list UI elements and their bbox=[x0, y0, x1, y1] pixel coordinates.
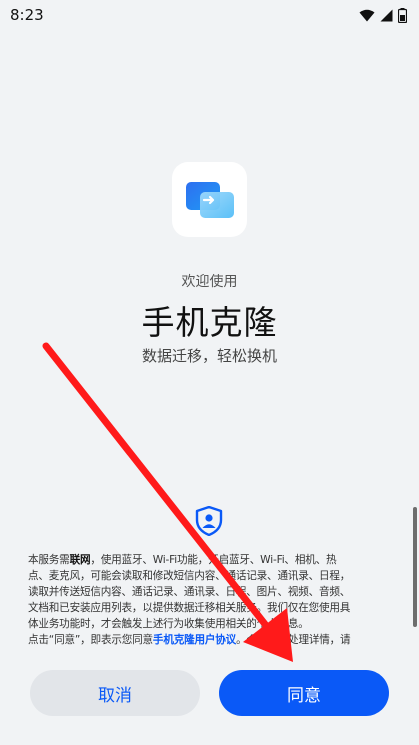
welcome-text: 欢迎使用 bbox=[181, 274, 238, 290]
notice-line: 点击“同意”，即表示您同意手机克隆用户协议。个人信息处理详情，请 bbox=[28, 634, 351, 646]
status-time: 8:23 bbox=[10, 6, 44, 24]
notice-line: 本服务需联网，使用蓝牙、Wi-Fi功能，开启蓝牙、Wi-Fi、相机、热 bbox=[28, 554, 337, 566]
app-subtitle: 数据迁移，轻松换机 bbox=[141, 347, 277, 365]
network-highlight: 联网 bbox=[69, 554, 91, 566]
scrollbar[interactable] bbox=[413, 507, 417, 627]
status-bar: 8:23 bbox=[0, 0, 419, 30]
status-icons bbox=[359, 7, 407, 23]
agree-button[interactable]: 同意 bbox=[219, 670, 389, 716]
notice-line: 点、麦克风，可能会读取和修改短信内容、通话记录、通讯录、日程， bbox=[28, 570, 351, 582]
privacy-notice: 本服务需联网，使用蓝牙、Wi-Fi功能，开启蓝牙、Wi-Fi、相机、热 点、麦克… bbox=[28, 552, 390, 648]
notice-line: 文档和已安装应用列表，以提供数据迁移相关服务。我们仅在您使用具 bbox=[28, 602, 351, 614]
user-agreement-link[interactable]: 手机克隆用户协议 bbox=[153, 634, 236, 646]
phone-clone-app-icon bbox=[172, 162, 247, 237]
battery-icon bbox=[398, 7, 407, 23]
notice-line: 体业务功能时，才会触发上述行为收集使用相关的个人信息。 bbox=[28, 618, 309, 630]
signal-icon bbox=[380, 9, 393, 21]
privacy-shield-icon bbox=[195, 506, 223, 536]
notice-line: 读取并传送短信内容、通话记录、通讯录、日程、图片、视频、音频、 bbox=[28, 586, 351, 598]
app-title: 手机克隆 bbox=[141, 303, 278, 342]
cancel-button[interactable]: 取消 bbox=[30, 670, 200, 716]
wifi-icon bbox=[359, 9, 375, 21]
